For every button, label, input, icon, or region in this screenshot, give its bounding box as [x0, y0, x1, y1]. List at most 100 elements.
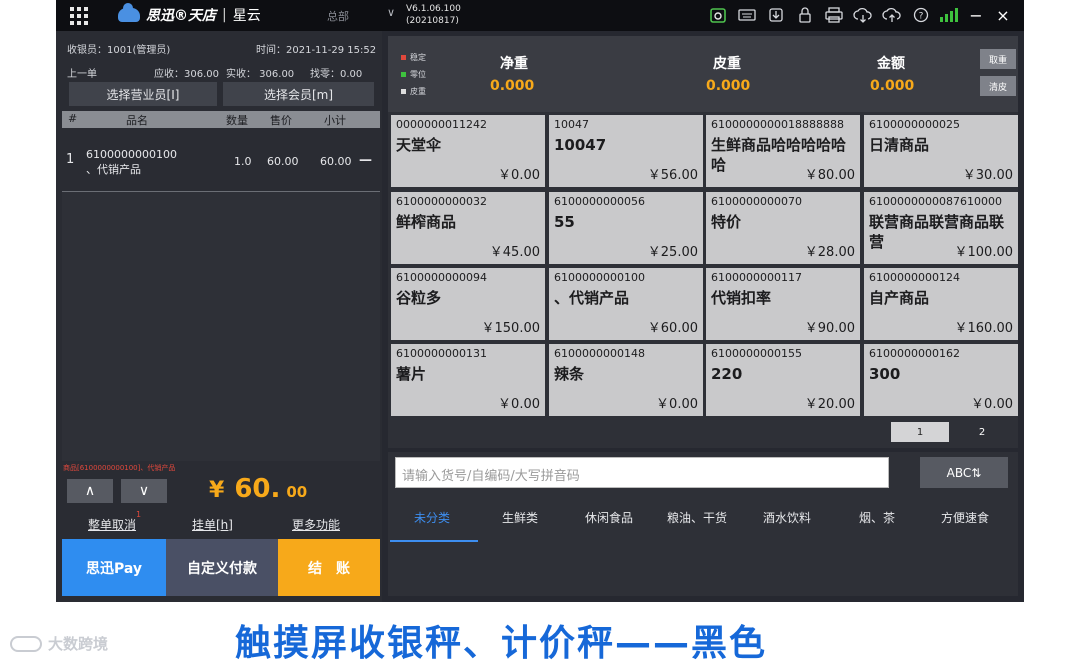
- checkout-button[interactable]: 结 账: [278, 539, 380, 596]
- category-tab-tobacco-tea[interactable]: 烟、茶: [859, 509, 895, 526]
- keyboard-icon[interactable]: [737, 5, 757, 25]
- scale-icon[interactable]: [708, 5, 728, 25]
- product-price: ￥160.00: [954, 321, 1014, 336]
- download-icon[interactable]: [766, 5, 786, 25]
- sixun-pay-button[interactable]: 思迅Pay: [62, 539, 166, 596]
- scale-readout-panel: 稳定 零位 皮重 净重 0.000 皮重 0.000 金额 0.000 取重 去…: [388, 36, 1018, 112]
- cancel-order-link[interactable]: 整单取消: [88, 516, 136, 533]
- product-name: 辣条: [554, 365, 585, 383]
- page-2-button[interactable]: 2: [953, 422, 1011, 442]
- svg-text:?: ?: [919, 12, 924, 22]
- col-index: #: [68, 112, 78, 125]
- active-tab-indicator: [390, 540, 478, 542]
- legend-zero-label: 零位: [410, 70, 426, 79]
- product-tile[interactable]: 6100000000070 特价 ￥28.00: [706, 192, 860, 264]
- select-salesman-button[interactable]: 选择营业员[I]: [69, 82, 217, 106]
- product-name: 自产商品: [869, 289, 930, 307]
- product-code: 6100000000025: [869, 118, 960, 131]
- net-weight-label: 净重: [500, 56, 528, 72]
- product-code: 6100000000094: [396, 271, 487, 284]
- row-price: 60.00: [267, 155, 299, 168]
- cloud-download-icon[interactable]: [853, 5, 873, 25]
- product-price: ￥80.00: [804, 168, 855, 183]
- product-tile[interactable]: 6100000000094 谷粒多 ￥150.00: [391, 268, 545, 340]
- product-price: ￥25.00: [647, 245, 698, 260]
- row-qty: 1.0: [234, 155, 252, 168]
- logo-subtitle: 星云: [232, 8, 261, 24]
- product-price: ￥100.00: [954, 245, 1014, 260]
- clear-tare-button[interactable]: 清皮: [980, 76, 1016, 96]
- select-member-button[interactable]: 选择会员[m]: [223, 82, 374, 106]
- page-1-button[interactable]: 1: [891, 422, 949, 442]
- row-index: 1: [66, 152, 75, 167]
- minimize-button[interactable]: −: [967, 6, 985, 25]
- hang-order-link[interactable]: 挂单[h]: [192, 516, 233, 533]
- zero-indicator-icon: [401, 72, 406, 77]
- product-tile[interactable]: 6100000000087610000 联营商品联营商品联营 ￥100.00: [864, 192, 1018, 264]
- toolbar-icons: ? − ×: [708, 5, 1012, 25]
- help-icon[interactable]: ?: [911, 5, 931, 25]
- scroll-up-button[interactable]: ∧: [67, 479, 113, 503]
- category-tab-grain-oil[interactable]: 粮油、干货: [667, 509, 727, 526]
- product-code: 6100000000162: [869, 347, 960, 360]
- product-tile[interactable]: 6100000000124 自产商品 ￥160.00: [864, 268, 1018, 340]
- cloud-upload-icon[interactable]: [882, 5, 902, 25]
- category-tab-drinks[interactable]: 酒水饮料: [763, 509, 811, 526]
- col-name: 品名: [126, 114, 148, 127]
- printer-icon[interactable]: [824, 5, 844, 25]
- scroll-down-button[interactable]: ∨: [121, 479, 167, 503]
- category-tab-uncategorized[interactable]: 未分类: [414, 509, 450, 526]
- keyboard-mode-button[interactable]: ABC⇅: [920, 457, 1008, 488]
- custom-payment-button[interactable]: 自定义付款: [166, 539, 278, 596]
- product-code: 6100000000032: [396, 195, 487, 208]
- col-qty: 数量: [226, 114, 248, 127]
- branch-dropdown-chevron-icon[interactable]: ∨: [387, 6, 395, 19]
- product-tile[interactable]: 6100000000155 220 ￥20.00: [706, 344, 860, 416]
- change-amount: 找零：0.00: [310, 69, 363, 80]
- product-tile[interactable]: 6100000000148 辣条 ￥0.00: [549, 344, 703, 416]
- remove-item-icon[interactable]: —: [359, 153, 372, 168]
- product-tile[interactable]: 6100000000018888888 生鲜商品哈哈哈哈哈哈 ￥80.00: [706, 115, 860, 187]
- product-price: ￥0.00: [498, 397, 540, 412]
- product-price: ￥0.00: [971, 397, 1013, 412]
- product-tile[interactable]: 6100000000100 、代销产品 ￥60.00: [549, 268, 703, 340]
- product-name: 代销扣率: [711, 289, 772, 307]
- category-tab-instant-food[interactable]: 方便速食: [941, 509, 989, 526]
- product-name: 天堂伞: [396, 136, 442, 154]
- product-price: ￥20.00: [804, 397, 855, 412]
- legend-zero: 零位: [401, 69, 426, 80]
- product-tile[interactable]: 6100000000056 55 ￥25.00: [549, 192, 703, 264]
- previous-order-label: 上一单: [67, 69, 97, 80]
- table-row[interactable]: 1 6100000000100 、代销产品 1.0 60.00 60.00 —: [62, 142, 380, 192]
- product-tile[interactable]: 6100000000162 300 ￥0.00: [864, 344, 1018, 416]
- logo-separator: |: [222, 7, 227, 23]
- product-name: 鲜榨商品: [396, 213, 457, 231]
- category-tab-fresh[interactable]: 生鲜类: [502, 509, 538, 526]
- legend-stable: 稳定: [401, 52, 426, 63]
- watermark: 大数跨境: [10, 633, 108, 654]
- title-bar: 思迅®天店 | 星云 总部 ∨ V6.1.06.100 (20210817) ?…: [56, 0, 1024, 31]
- more-functions-link[interactable]: 更多功能: [292, 516, 340, 533]
- product-tile[interactable]: 6100000000025 日清商品 ￥30.00: [864, 115, 1018, 187]
- product-name: 日清商品: [869, 136, 930, 154]
- product-price: ￥56.00: [647, 168, 698, 183]
- close-button[interactable]: ×: [994, 6, 1012, 25]
- pos-app-window: 思迅®天店 | 星云 总部 ∨ V6.1.06.100 (20210817) ?…: [56, 0, 1024, 602]
- product-tile[interactable]: 6100000000117 代销扣率 ￥90.00: [706, 268, 860, 340]
- product-tile[interactable]: 6100000000032 鲜榨商品 ￥45.00: [391, 192, 545, 264]
- product-price: ￥0.00: [656, 397, 698, 412]
- lock-icon[interactable]: [795, 5, 815, 25]
- row-name-line1: 6100000000100: [86, 148, 177, 161]
- amount-label: 金额: [877, 56, 905, 72]
- col-subtotal: 小计: [324, 114, 346, 127]
- app-menu-grid-icon[interactable]: [70, 7, 88, 25]
- product-tile[interactable]: 10047 10047 ￥56.00: [549, 115, 703, 187]
- take-weight-button[interactable]: 取重: [980, 49, 1016, 69]
- last-item-notice: 商品[6100000000100]、代销产品: [63, 464, 176, 472]
- product-code: 6100000000131: [396, 347, 487, 360]
- category-tab-snacks[interactable]: 休闲食品: [585, 509, 633, 526]
- product-tile[interactable]: 0000000011242 天堂伞 ￥0.00: [391, 115, 545, 187]
- product-tile[interactable]: 6100000000131 薯片 ￥0.00: [391, 344, 545, 416]
- product-search-input[interactable]: 请输入货号/自编码/大写拼音码: [395, 457, 889, 488]
- product-code: 6100000000056: [554, 195, 645, 208]
